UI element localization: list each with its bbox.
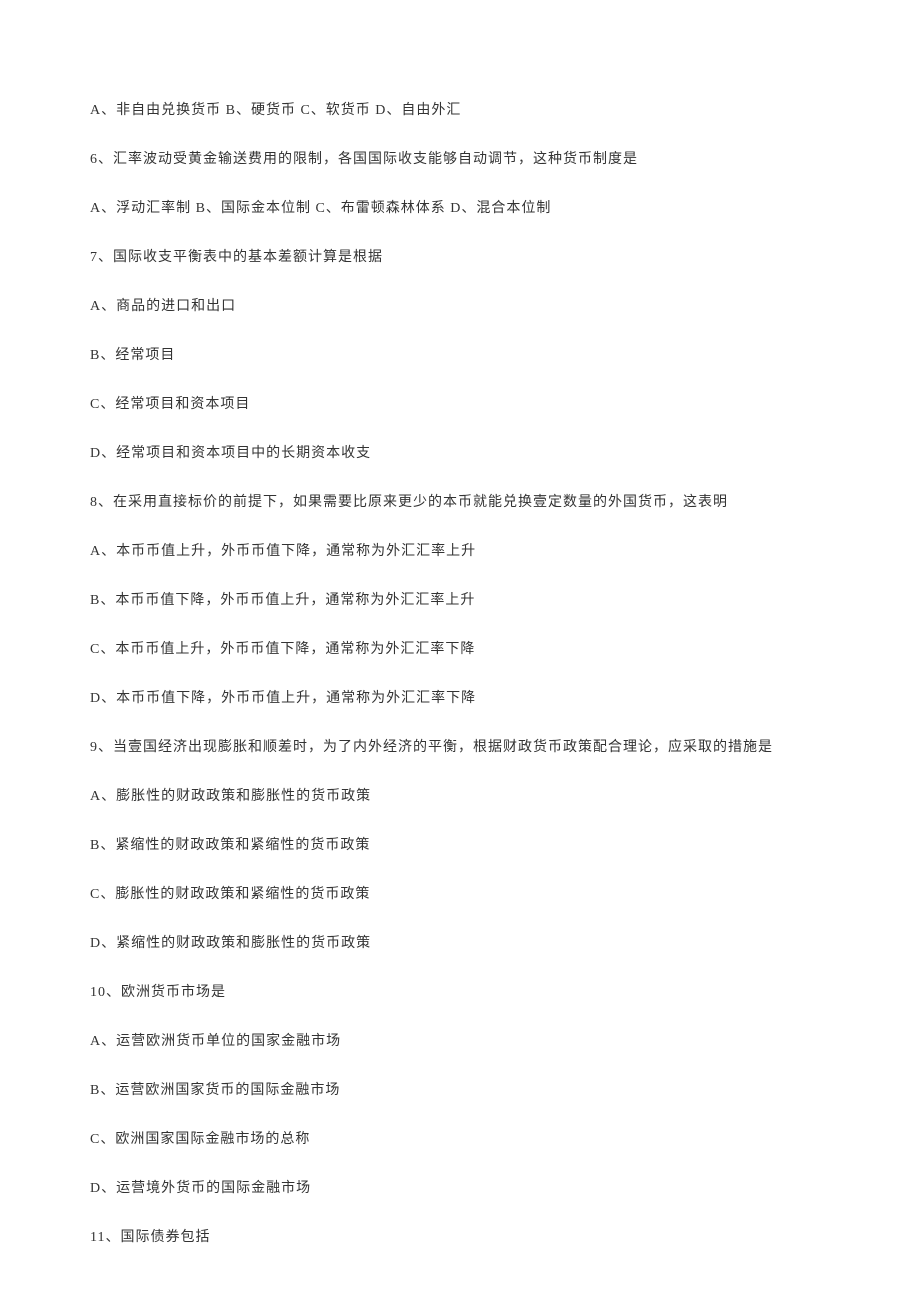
text-line: 9、当壹国经济出现膨胀和顺差时，为了内外经济的平衡，根据财政货币政策配合理论，应… xyxy=(90,737,830,758)
text-line: 11、国际债券包括 xyxy=(90,1227,830,1248)
text-line: A、本币币值上升，外币币值下降，通常称为外汇汇率上升 xyxy=(90,541,830,562)
text-line: A、商品的进口和出口 xyxy=(90,296,830,317)
text-line: B、紧缩性的财政政策和紧缩性的货币政策 xyxy=(90,835,830,856)
text-line: D、本币币值下降，外币币值上升，通常称为外汇汇率下降 xyxy=(90,688,830,709)
text-line: C、膨胀性的财政政策和紧缩性的货币政策 xyxy=(90,884,830,905)
text-line: C、经常项目和资本项目 xyxy=(90,394,830,415)
text-line: B、经常项目 xyxy=(90,345,830,366)
text-line: B、运营欧洲国家货币的国际金融市场 xyxy=(90,1080,830,1101)
text-line: 10、欧洲货币市场是 xyxy=(90,982,830,1003)
text-line: 6、汇率波动受黄金输送费用的限制，各国国际收支能够自动调节，这种货币制度是 xyxy=(90,149,830,170)
text-line: A、浮动汇率制 B、国际金本位制 C、布雷顿森林体系 D、混合本位制 xyxy=(90,198,830,219)
text-line: A、运营欧洲货币单位的国家金融市场 xyxy=(90,1031,830,1052)
text-line: D、紧缩性的财政政策和膨胀性的货币政策 xyxy=(90,933,830,954)
text-line: A、膨胀性的财政政策和膨胀性的货币政策 xyxy=(90,786,830,807)
text-line: 8、在采用直接标价的前提下，如果需要比原来更少的本币就能兑换壹定数量的外国货币，… xyxy=(90,492,830,513)
text-line: C、本币币值上升，外币币值下降，通常称为外汇汇率下降 xyxy=(90,639,830,660)
text-line: A、非自由兑换货币 B、硬货币 C、软货币 D、自由外汇 xyxy=(90,100,830,121)
text-line: D、经常项目和资本项目中的长期资本收支 xyxy=(90,443,830,464)
text-line: D、运营境外货币的国际金融市场 xyxy=(90,1178,830,1199)
document-body: A、非自由兑换货币 B、硬货币 C、软货币 D、自由外汇 6、汇率波动受黄金输送… xyxy=(0,0,920,1316)
text-line: C、欧洲国家国际金融市场的总称 xyxy=(90,1129,830,1150)
text-line: B、本币币值下降，外币币值上升，通常称为外汇汇率上升 xyxy=(90,590,830,611)
text-line: 7、国际收支平衡表中的基本差额计算是根据 xyxy=(90,247,830,268)
